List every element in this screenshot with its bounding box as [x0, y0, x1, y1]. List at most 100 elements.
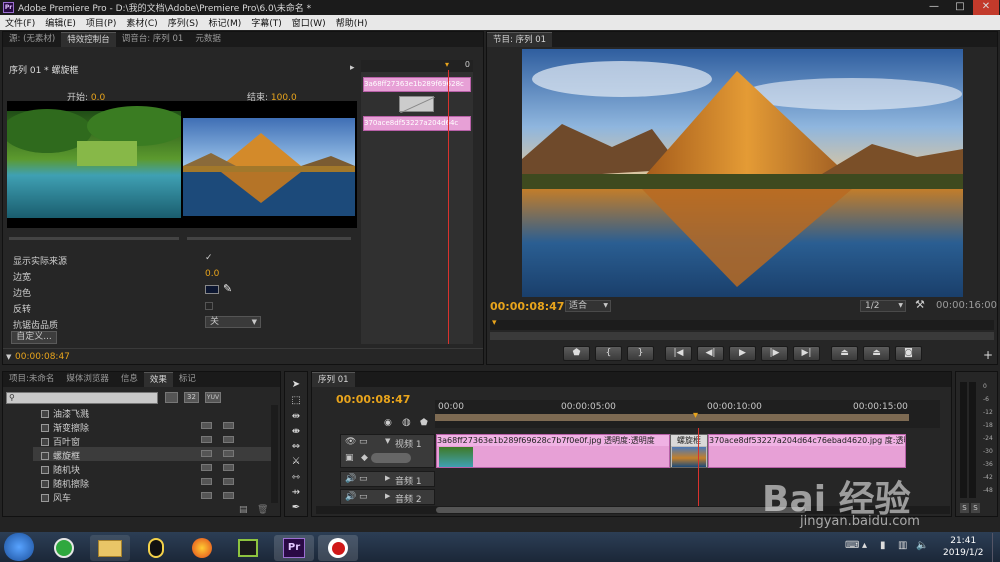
effect-item[interactable]: 渐变擦除	[41, 421, 89, 434]
effect-item[interactable]: 随机块	[41, 463, 80, 476]
ripple-edit-tool-icon[interactable]: ⇹	[289, 410, 303, 423]
go-to-out-button[interactable]: ▶|	[793, 346, 820, 361]
lift-button[interactable]: ⏏	[831, 346, 858, 361]
menu-title[interactable]: 字幕(T)	[246, 16, 287, 29]
video-clip-1[interactable]: 3a68ff27363e1b289f69628c7b7f0e0f.jpg 透明度…	[436, 434, 670, 468]
snap-icon[interactable]: ◉	[384, 418, 392, 428]
maximize-button[interactable]: □	[947, 0, 973, 15]
camtasia-icon[interactable]	[228, 535, 268, 561]
expand-arrow-icon[interactable]: ▶	[385, 474, 390, 482]
eyedropper-icon[interactable]: ✎	[223, 282, 232, 295]
eye-icon[interactable]: 👁	[345, 437, 356, 447]
file-explorer-icon[interactable]	[90, 535, 130, 561]
menu-clip[interactable]: 素材(C)	[121, 16, 162, 29]
effect-item[interactable]: 风车	[41, 491, 71, 504]
show-hidden-icons[interactable]: ▴	[862, 540, 867, 551]
tab-info[interactable]: 信息	[115, 372, 144, 387]
tab-audio-mixer[interactable]: 调音台: 序列 01	[116, 32, 190, 47]
delete-icon[interactable]: 🗑	[257, 505, 268, 515]
mini-clip-b[interactable]: 370ace8df53227a204d64c	[363, 116, 471, 131]
rate-stretch-tool-icon[interactable]: ⇔	[289, 440, 303, 453]
wrench-icon[interactable]: ⚒	[915, 298, 925, 311]
go-to-in-button[interactable]: |◀	[665, 346, 692, 361]
timeline-playhead-icon[interactable]: ▾	[693, 410, 698, 421]
reverse-checkbox[interactable]	[205, 302, 213, 310]
start-slider[interactable]	[9, 237, 179, 240]
yuv-icon[interactable]: YUV	[205, 392, 221, 403]
menu-window[interactable]: 窗口(W)	[287, 16, 331, 29]
pen-tool-icon[interactable]: ✒	[289, 501, 303, 514]
keyboard-tray-icon[interactable]: ⌨	[845, 540, 859, 551]
tab-program[interactable]: 节目: 序列 01	[487, 32, 553, 47]
effects-scrollbar[interactable]	[271, 405, 278, 503]
track-select-tool-icon[interactable]: ⬚	[289, 394, 303, 407]
filter-icon[interactable]: ▼	[6, 353, 11, 361]
premiere-taskbar-icon[interactable]: Pr	[274, 535, 314, 561]
playhead-icon[interactable]: ▾	[445, 60, 449, 69]
mark-in-button[interactable]: {	[595, 346, 622, 361]
tab-effect-controls[interactable]: 特效控制台	[61, 32, 116, 47]
keyframe-icon[interactable]: ◆	[361, 453, 368, 463]
video-clip-2[interactable]: 370ace8df53227a204d64c76ebad4620.jpg 度:透…	[708, 434, 906, 468]
collapse-arrow-icon[interactable]: ▼	[385, 437, 390, 445]
program-scrubber[interactable]	[490, 320, 994, 330]
sequence-marker-icon[interactable]: ◍	[402, 417, 411, 428]
solo-left-button[interactable]: S	[960, 503, 969, 513]
menu-marker[interactable]: 标记(M)	[203, 16, 246, 29]
tab-project[interactable]: 项目:未命名	[3, 372, 60, 387]
quality-dropdown[interactable]: 1/2 ▼	[860, 300, 906, 312]
add-marker-icon[interactable]: ⬟	[420, 418, 428, 428]
step-back-button[interactable]: ◀|	[697, 346, 724, 361]
slip-tool-icon[interactable]: ⇿	[289, 471, 303, 484]
work-area-bar[interactable]	[435, 414, 909, 421]
accelerated-icon[interactable]	[165, 392, 178, 403]
expand-arrow-icon[interactable]: ▶	[385, 492, 390, 500]
sync-lock-icon[interactable]: ▭	[359, 492, 368, 502]
program-playhead-icon[interactable]: ▾	[492, 318, 497, 328]
razor-tool-icon[interactable]: ⚔	[289, 455, 303, 468]
effect-item[interactable]: 随机擦除	[41, 477, 89, 490]
keyframe-nav[interactable]	[371, 453, 411, 463]
sync-lock-icon[interactable]: ▭	[359, 474, 368, 484]
end-slider[interactable]	[187, 237, 351, 240]
minimize-button[interactable]: —	[921, 0, 947, 15]
tab-effects[interactable]: 效果	[143, 372, 173, 387]
slide-tool-icon[interactable]: ⇸	[289, 486, 303, 499]
expand-arrow-icon[interactable]: ▸	[350, 63, 355, 73]
add-marker-button[interactable]: ⬟	[563, 346, 590, 361]
show-desktop-button[interactable]	[992, 533, 1000, 562]
rolling-edit-tool-icon[interactable]: ⇼	[289, 425, 303, 438]
start-button[interactable]	[4, 533, 34, 561]
speaker-icon[interactable]: 🔊	[345, 492, 356, 502]
program-zoom-bar[interactable]	[490, 332, 994, 340]
play-button[interactable]: ▶	[729, 346, 756, 361]
qq-icon[interactable]	[136, 535, 176, 561]
show-source-checkbox[interactable]: ✓	[205, 253, 213, 263]
network-icon[interactable]: ▥	[898, 540, 907, 551]
volume-icon[interactable]: 🔈	[916, 540, 928, 551]
menu-sequence[interactable]: 序列(S)	[163, 16, 204, 29]
new-bin-icon[interactable]: ▤	[239, 505, 248, 515]
mini-transition[interactable]	[399, 96, 436, 114]
sync-lock-icon[interactable]: ▭	[359, 437, 368, 447]
timeline-timecode[interactable]: 00:00:08:47	[336, 393, 410, 406]
effect-timecode[interactable]: 00:00:08:47	[15, 352, 70, 362]
add-button-icon[interactable]: +	[983, 348, 993, 362]
device-tray-icon[interactable]: ▮	[880, 540, 886, 551]
clock[interactable]: 21:41 2019/1/2	[943, 535, 983, 559]
effect-item[interactable]: 油漆飞溅	[41, 407, 89, 420]
menu-project[interactable]: 项目(P)	[81, 16, 121, 29]
timeline-ruler[interactable]: 00:00 00:00:05:00 00:00:10:00 00:00:15:0…	[435, 400, 940, 428]
tab-media-browser[interactable]: 媒体浏览器	[60, 372, 115, 387]
tab-metadata[interactable]: 元数据	[189, 32, 227, 47]
mini-clip-a[interactable]: 3a68ff27363e1b289f69628c	[363, 77, 471, 92]
effect-item-selected[interactable]: 螺旋框	[41, 449, 80, 462]
menu-help[interactable]: 帮助(H)	[331, 16, 373, 29]
antialias-dropdown[interactable]: 关 ▼	[205, 316, 261, 328]
speaker-icon[interactable]: 🔊	[345, 474, 356, 484]
export-frame-button[interactable]: ◙	[895, 346, 922, 361]
close-button[interactable]: ✕	[973, 0, 999, 15]
color-swatch[interactable]	[205, 285, 219, 294]
solo-right-button[interactable]: S	[971, 503, 980, 513]
record-icon[interactable]	[318, 535, 358, 561]
